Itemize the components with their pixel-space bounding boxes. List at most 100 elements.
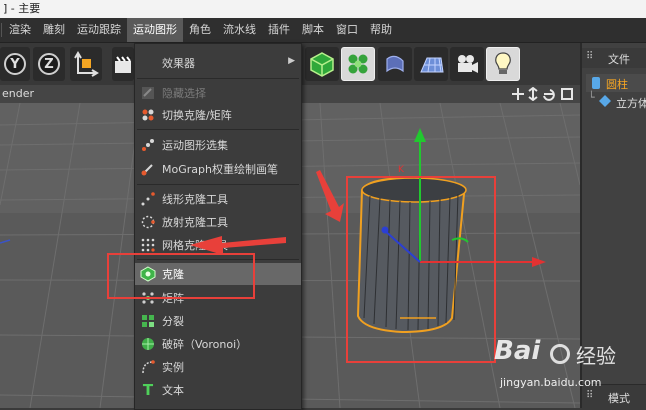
title-bar: ] - 主要 bbox=[0, 0, 646, 18]
z-axis-lock-button[interactable]: Z bbox=[33, 47, 65, 81]
menu-item-fracture[interactable]: 分裂 bbox=[135, 310, 301, 332]
view-navigation-icons[interactable] bbox=[512, 87, 576, 101]
submenu-arrow-icon: ▶ bbox=[288, 56, 295, 66]
menu-render[interactable]: 渲染 bbox=[3, 18, 37, 42]
baidu-watermark: Bai 经验 jingyan.baidu.com bbox=[490, 334, 646, 408]
menu-item-label: 实例 bbox=[162, 361, 184, 374]
menu-item-grid-clone-tool[interactable]: 网格克隆工具 bbox=[135, 234, 301, 256]
menu-item-weight-paint-brush[interactable]: MoGraph权重绘制画笔 bbox=[135, 158, 301, 180]
menu-separator bbox=[1, 23, 2, 37]
y-axis-lock-button[interactable]: Y bbox=[0, 47, 30, 81]
menu-item-label: 放射克隆工具 bbox=[162, 216, 228, 229]
floor-icon bbox=[420, 57, 444, 73]
matrix-icon bbox=[140, 290, 156, 306]
grid-clone-tool-icon bbox=[140, 237, 156, 253]
menu-item-label: 效果器 bbox=[162, 57, 195, 70]
baidu-paw-icon bbox=[550, 344, 570, 364]
coordinate-system-icon bbox=[74, 51, 99, 77]
menu-item-cloner[interactable]: 克隆 bbox=[135, 263, 301, 285]
cube-icon bbox=[598, 94, 612, 108]
menu-window[interactable]: 窗口 bbox=[330, 18, 364, 42]
menu-help[interactable]: 帮助 bbox=[364, 18, 398, 42]
menu-item-label: 隐藏选择 bbox=[162, 87, 206, 100]
menu-motion-tracking[interactable]: 运动跟踪 bbox=[71, 18, 127, 42]
clapper-icon bbox=[115, 56, 131, 73]
mograph-dropdown-menu: 效果器 ▶ 隐藏选择 切换克隆/矩阵 运动图形选集 MoGraph权重绘制画笔 … bbox=[134, 43, 302, 410]
deformer-button[interactable] bbox=[378, 47, 412, 81]
menu-script[interactable]: 脚本 bbox=[296, 18, 330, 42]
light-button[interactable] bbox=[486, 47, 520, 81]
panel-grip-icon: ⠿ bbox=[586, 51, 594, 62]
menu-item-radial-clone-tool[interactable]: 放射克隆工具 bbox=[135, 211, 301, 233]
menu-item-label: MoGraph权重绘制画笔 bbox=[162, 163, 278, 176]
menu-pipeline[interactable]: 流水线 bbox=[217, 18, 262, 42]
viewport-mode-label: ender bbox=[2, 87, 35, 100]
menu-item-label: 矩阵 bbox=[162, 292, 184, 305]
camera-button[interactable] bbox=[450, 47, 484, 81]
menu-mograph[interactable]: 运动图形 bbox=[127, 18, 183, 42]
menu-item-toggle-clone-matrix[interactable]: 切换克隆/矩阵 bbox=[135, 104, 301, 126]
mograph-cloner-button[interactable] bbox=[341, 47, 375, 81]
menu-bar: 渲染 雕刻 运动跟踪 运动图形 角色 流水线 插件 脚本 窗口 帮助 bbox=[0, 18, 646, 43]
voronoi-fracture-icon bbox=[140, 336, 156, 352]
fracture-icon bbox=[140, 313, 156, 329]
menu-separator bbox=[137, 78, 299, 79]
text-icon: T bbox=[142, 381, 154, 399]
cylinder-icon bbox=[592, 77, 600, 89]
deformer-icon bbox=[386, 55, 404, 73]
move-gizmo[interactable]: K bbox=[380, 124, 550, 274]
watermark-brand: Bai bbox=[494, 336, 541, 366]
menu-separator bbox=[137, 259, 299, 260]
z-axis-icon: Z bbox=[38, 53, 60, 75]
toggle-clone-matrix-icon bbox=[140, 107, 156, 123]
light-bulb-icon bbox=[495, 52, 511, 74]
instance-icon bbox=[140, 359, 156, 375]
object-row-cube[interactable]: └ 立方体 bbox=[586, 91, 646, 111]
weight-paint-brush-icon bbox=[140, 161, 156, 177]
menu-item-voronoi-fracture[interactable]: 破碎（Voronoi） bbox=[135, 333, 301, 355]
cube-object-button[interactable] bbox=[305, 47, 339, 81]
menu-item-effectors[interactable]: 效果器 ▶ bbox=[135, 52, 301, 74]
mograph-icon bbox=[348, 54, 368, 74]
menu-item-label: 线形克隆工具 bbox=[162, 193, 228, 206]
menu-plugins[interactable]: 插件 bbox=[262, 18, 296, 42]
radial-clone-tool-icon bbox=[140, 214, 156, 230]
menu-item-instance[interactable]: 实例 bbox=[135, 356, 301, 378]
cloner-icon bbox=[140, 266, 156, 282]
window-title: ] - 主要 bbox=[3, 2, 41, 15]
mograph-selection-icon bbox=[140, 137, 156, 153]
menu-item-text[interactable]: T 文本 bbox=[135, 379, 301, 401]
menu-item-hide-selection[interactable]: 隐藏选择 bbox=[135, 82, 301, 104]
menu-item-label: 切换克隆/矩阵 bbox=[162, 109, 232, 122]
menu-separator bbox=[137, 129, 299, 130]
watermark-url: jingyan.baidu.com bbox=[500, 376, 602, 389]
menu-item-label: 网格克隆工具 bbox=[162, 239, 228, 252]
menu-item-label: 运动图形选集 bbox=[162, 139, 228, 152]
svg-text:K: K bbox=[398, 165, 405, 175]
menu-item-linear-clone-tool[interactable]: 线形克隆工具 bbox=[135, 188, 301, 210]
y-axis-icon: Y bbox=[4, 53, 26, 75]
menu-item-label: 克隆 bbox=[162, 268, 184, 281]
hierarchy-line-icon: └ bbox=[588, 91, 595, 104]
menu-item-label: 破碎（Voronoi） bbox=[162, 338, 248, 351]
menu-sculpt[interactable]: 雕刻 bbox=[37, 18, 71, 42]
camera-icon bbox=[458, 55, 478, 73]
tab-file[interactable]: 文件 bbox=[608, 51, 630, 67]
render-view-button[interactable] bbox=[112, 47, 134, 81]
effectors-icon bbox=[140, 55, 156, 71]
menu-character[interactable]: 角色 bbox=[183, 18, 217, 42]
object-row-cylinder[interactable]: 圆柱 bbox=[586, 74, 646, 92]
coordinate-system-button[interactable] bbox=[70, 47, 102, 81]
floor-button[interactable] bbox=[414, 47, 448, 81]
object-label-cylinder: 圆柱 bbox=[606, 78, 628, 91]
hide-selection-icon bbox=[140, 85, 156, 101]
object-label-cube: 立方体 bbox=[616, 97, 646, 110]
menu-item-matrix[interactable]: 矩阵 bbox=[135, 287, 301, 309]
menu-item-mograph-selection[interactable]: 运动图形选集 bbox=[135, 134, 301, 156]
menu-item-label: 文本 bbox=[162, 384, 184, 397]
object-manager-tabs: ⠿ 文件 bbox=[582, 48, 646, 68]
watermark-brand-suffix: 经验 bbox=[576, 344, 616, 368]
cube-green-icon bbox=[310, 52, 334, 77]
menu-item-label: 分裂 bbox=[162, 315, 184, 328]
linear-clone-tool-icon bbox=[140, 191, 156, 207]
